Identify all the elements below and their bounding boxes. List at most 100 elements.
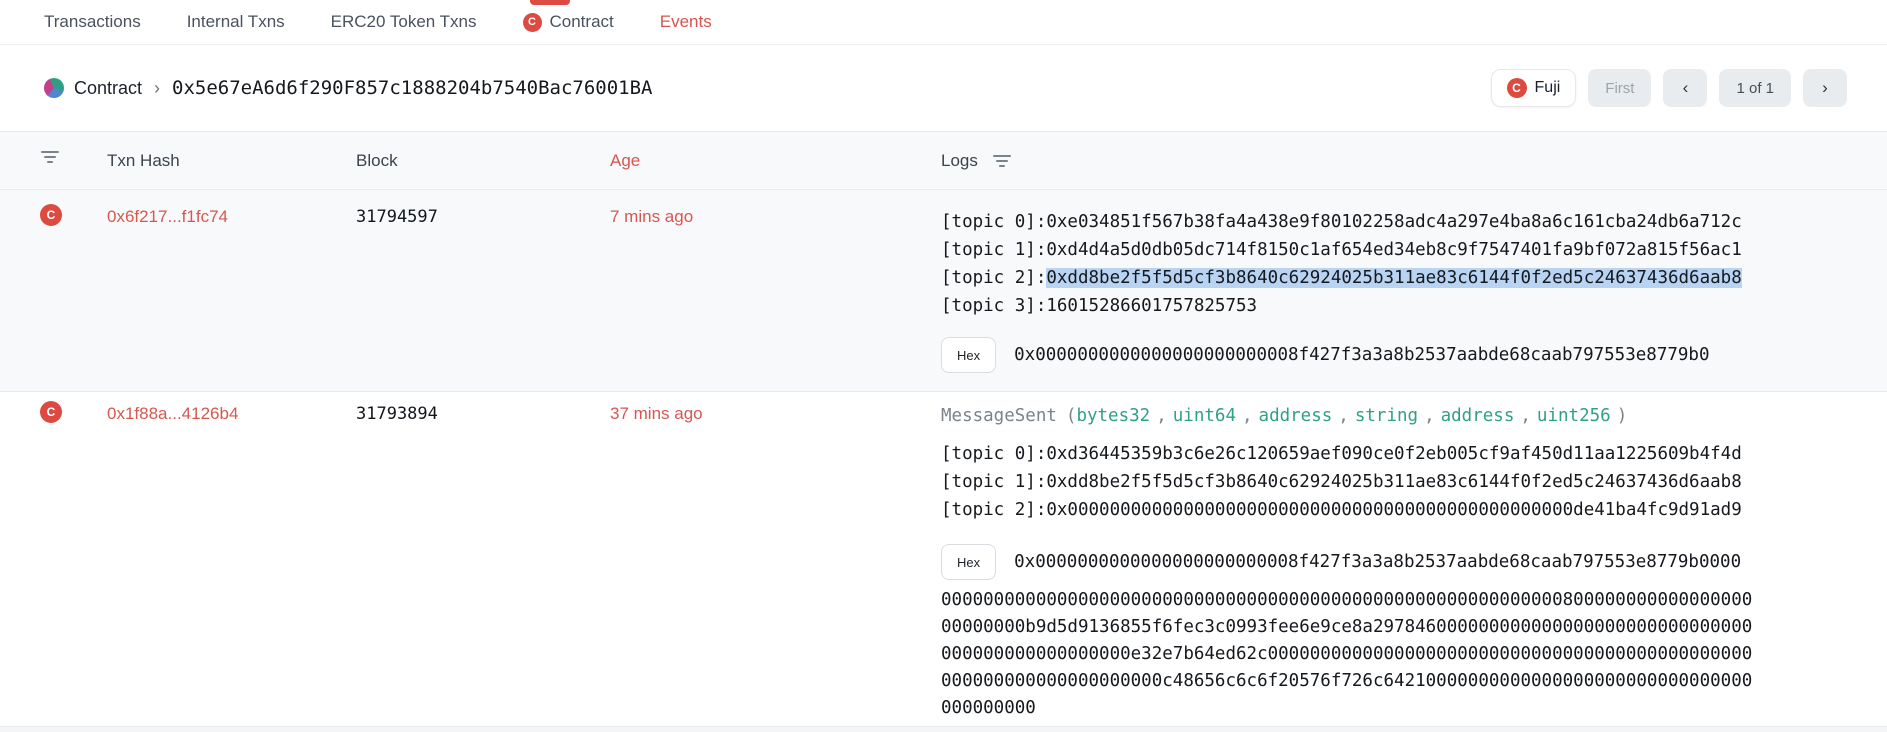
age-text: 7 mins ago bbox=[610, 207, 693, 227]
topic-label: [topic 1]: bbox=[941, 472, 1046, 492]
first-page-button[interactable]: First bbox=[1588, 69, 1651, 107]
topic-value: 0xd4d4a5d0db05dc714f8150c1af654ed34eb8c9… bbox=[1046, 240, 1741, 260]
topic-label: [topic 2]: bbox=[941, 268, 1046, 288]
topic-value: 0xdd8be2f5f5d5cf3b8640c62924025b311ae83c… bbox=[1046, 472, 1741, 492]
topic-value: 16015286601757825753 bbox=[1046, 296, 1257, 316]
tab-erc20-token-txns[interactable]: ERC20 Token Txns bbox=[331, 12, 477, 32]
topic-value: 0x00000000000000000000000000000000000000… bbox=[1046, 500, 1741, 520]
paren-close: ) bbox=[1617, 406, 1628, 426]
tab-label: Contract bbox=[550, 12, 614, 32]
contract-c-icon: C bbox=[523, 13, 542, 32]
txn-hash-link[interactable]: 0x1f88a...4126b4 bbox=[107, 404, 238, 424]
hex-data-row: Hex 0x0000000000000000000000008f427f3a3a… bbox=[941, 544, 1761, 580]
comma: , bbox=[1338, 406, 1349, 426]
tab-internal-txns[interactable]: Internal Txns bbox=[187, 12, 285, 32]
tab-label: Internal Txns bbox=[187, 12, 285, 32]
event-row: C 0x1f88a...4126b4 31793894 37 mins ago … bbox=[0, 391, 1887, 727]
topic-line: [topic 2]:0x0000000000000000000000000000… bbox=[941, 496, 1761, 524]
param-type: address bbox=[1441, 406, 1515, 426]
column-header-logs: Logs bbox=[941, 151, 1012, 171]
block-number: 31793894 bbox=[356, 404, 438, 424]
column-header-block: Block bbox=[356, 151, 398, 171]
age-text: 37 mins ago bbox=[610, 404, 703, 424]
tab-label: ERC20 Token Txns bbox=[331, 12, 477, 32]
column-header-txn-hash: Txn Hash bbox=[107, 151, 180, 171]
topic-label: [topic 1]: bbox=[941, 240, 1046, 260]
filter-icon[interactable] bbox=[40, 148, 60, 171]
topic-label: [topic 0]: bbox=[941, 444, 1046, 464]
contract-event-icon[interactable]: C bbox=[40, 401, 62, 423]
hex-data-line: 000000000000000000e32e7b64ed62c000000000… bbox=[941, 641, 1761, 668]
column-header-age[interactable]: Age bbox=[610, 151, 640, 171]
hex-data-line: 000000000 bbox=[941, 695, 1761, 722]
hex-data-line: 0x0000000000000000000000008f427f3a3a8b25… bbox=[1014, 552, 1741, 572]
topic-value: 0xe034851f567b38fa4a438e9f80102258adc4a2… bbox=[1046, 212, 1741, 232]
contract-event-icon[interactable]: C bbox=[40, 204, 62, 226]
hex-data-block: 0000000000000000000000000000000000000000… bbox=[941, 587, 1761, 722]
tab-label: Events bbox=[660, 12, 712, 32]
hex-data-line: 0000000000000000000000000000000000000000… bbox=[941, 587, 1761, 614]
topics-list: [topic 0]:0xd36445359b3c6e26c120659aef09… bbox=[941, 440, 1761, 524]
topics-list: [topic 0]:0xe034851f567b38fa4a438e9f8010… bbox=[941, 208, 1761, 320]
page-header: Contract › 0x5e67eA6d6f290F857c1888204b7… bbox=[0, 45, 1887, 132]
next-row-peek bbox=[0, 727, 1887, 732]
network-badge-fuji[interactable]: C Fuji bbox=[1491, 69, 1577, 107]
topic-label: [topic 3]: bbox=[941, 296, 1046, 316]
contract-identicon bbox=[44, 78, 64, 98]
comma: , bbox=[1156, 406, 1167, 426]
hex-toggle-button[interactable]: Hex bbox=[941, 544, 996, 580]
hex-data-value: 0x0000000000000000000000008f427f3a3a8b25… bbox=[1014, 345, 1709, 365]
param-type: bytes32 bbox=[1076, 406, 1150, 426]
event-row: C 0x6f217...f1fc74 31794597 7 mins ago [… bbox=[0, 189, 1887, 391]
hex-data-row: Hex 0x0000000000000000000000008f427f3a3a… bbox=[941, 337, 1761, 373]
topic-line: [topic 1]:0xd4d4a5d0db05dc714f8150c1af65… bbox=[941, 236, 1761, 264]
topic-value: 0xd36445359b3c6e26c120659aef090ce0f2eb00… bbox=[1046, 444, 1741, 464]
hex-data-line: 000000000000000000000c48656c6c6f20576f72… bbox=[941, 668, 1761, 695]
tab-label: Transactions bbox=[44, 12, 141, 32]
contract-address: 0x5e67eA6d6f290F857c1888204b7540Bac76001… bbox=[172, 77, 652, 99]
next-page-button[interactable]: › bbox=[1803, 69, 1847, 107]
logs-filter-icon[interactable] bbox=[992, 152, 1012, 170]
breadcrumb-type: Contract bbox=[74, 78, 142, 99]
logs-cell: MessageSent(bytes32,uint64,address,strin… bbox=[941, 392, 1761, 722]
c-icon: C bbox=[40, 401, 62, 423]
param-type: uint256 bbox=[1537, 406, 1611, 426]
paren-open: ( bbox=[1066, 406, 1077, 426]
logs-cell: [topic 0]:0xe034851f567b38fa4a438e9f8010… bbox=[941, 190, 1761, 373]
table-header: Txn Hash Block Age Logs bbox=[0, 132, 1887, 189]
topic-label: [topic 2]: bbox=[941, 500, 1046, 520]
breadcrumb: Contract › 0x5e67eA6d6f290F857c1888204b7… bbox=[44, 77, 652, 99]
hex-data-line: 00000000b9d5d9136855f6fec3c0993fee6e9ce8… bbox=[941, 614, 1761, 641]
tab-events[interactable]: Events bbox=[660, 12, 712, 32]
prev-page-button[interactable]: ‹ bbox=[1663, 69, 1707, 107]
network-c-icon: C bbox=[1507, 78, 1527, 98]
topic-line: [topic 3]:16015286601757825753 bbox=[941, 292, 1761, 320]
topic-line: [topic 0]:0xd36445359b3c6e26c120659aef09… bbox=[941, 440, 1761, 468]
topic-line: [topic 1]:0xdd8be2f5f5d5cf3b8640c6292402… bbox=[941, 468, 1761, 496]
topic-line: [topic 0]:0xe034851f567b38fa4a438e9f8010… bbox=[941, 208, 1761, 236]
clipped-red-artifact bbox=[530, 0, 570, 5]
network-name: Fuji bbox=[1535, 79, 1561, 97]
comma: , bbox=[1242, 406, 1253, 426]
param-type: string bbox=[1355, 406, 1418, 426]
event-signature: MessageSent(bytes32,uint64,address,strin… bbox=[941, 402, 1761, 430]
txn-hash-link[interactable]: 0x6f217...f1fc74 bbox=[107, 207, 228, 227]
chevron-left-icon: ‹ bbox=[1683, 78, 1689, 98]
topic-value-selected: 0xdd8be2f5f5d5cf3b8640c62924025b311ae83c… bbox=[1046, 268, 1741, 288]
topic-line: [topic 2]:0xdd8be2f5f5d5cf3b8640c6292402… bbox=[941, 264, 1761, 292]
hex-toggle-button[interactable]: Hex bbox=[941, 337, 996, 373]
event-name: MessageSent bbox=[941, 406, 1057, 426]
comma: , bbox=[1424, 406, 1435, 426]
param-type: uint64 bbox=[1173, 406, 1236, 426]
c-icon: C bbox=[40, 204, 62, 226]
param-type: address bbox=[1259, 406, 1333, 426]
breadcrumb-separator: › bbox=[154, 78, 160, 99]
tab-bar: Transactions Internal Txns ERC20 Token T… bbox=[0, 0, 1887, 45]
topic-label: [topic 0]: bbox=[941, 212, 1046, 232]
tab-transactions[interactable]: Transactions bbox=[44, 12, 141, 32]
page-counter: 1 of 1 bbox=[1719, 69, 1791, 107]
tab-contract[interactable]: C Contract bbox=[523, 12, 614, 32]
header-controls: C Fuji First ‹ 1 of 1 › bbox=[1491, 69, 1847, 107]
comma: , bbox=[1520, 406, 1531, 426]
block-number: 31794597 bbox=[356, 207, 438, 227]
